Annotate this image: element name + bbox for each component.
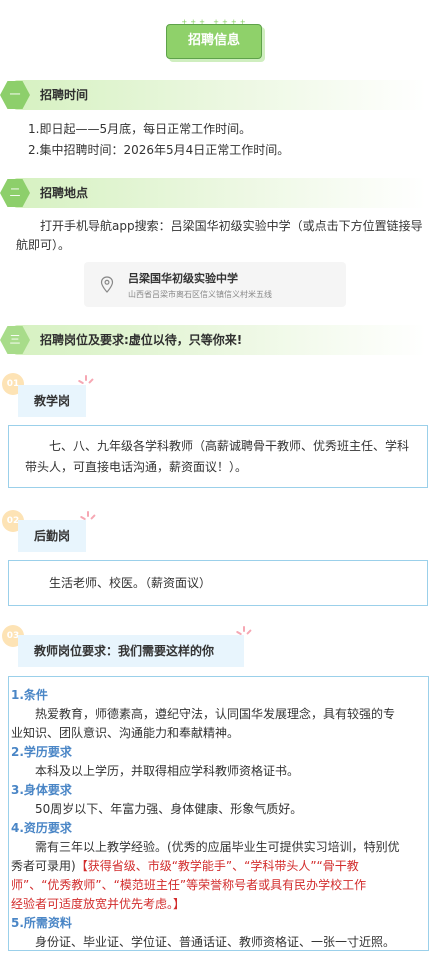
job-tag-requirements: 教师岗位要求：我们需要这样的你 xyxy=(18,635,244,667)
req-text: 50周岁以下、年富力强、身体健康、形象气质好。 xyxy=(35,802,303,816)
req-text: 需有三年以上教学经验。(优秀的应届毕业生可提供实习培训，特别优 xyxy=(35,840,400,854)
section-title: 招聘地点 xyxy=(40,186,89,200)
req-highlight: 师”、“优秀教师”、“模范班主任”等荣誉称号者或具有民办学校工作 xyxy=(11,878,367,892)
req-text: 秀者可录用) xyxy=(11,859,76,873)
req-heading-education: 2.学历要求 xyxy=(11,745,72,759)
time-line-2: 2.集中招聘时间：2026年5月4日正常工作时间。 xyxy=(28,143,290,157)
req-highlight: 【获得省级、市级“教学能手”、“学科带头人”“骨干教 xyxy=(75,859,359,873)
location-pin-icon xyxy=(100,276,114,293)
job-description: 七、八、九年级各学科教师（高薪诚聘骨干教师、优秀班主任、学科带头人，可直接电话沟… xyxy=(25,439,410,474)
req-heading-condition: 1.条件 xyxy=(11,688,48,702)
section-title: 招聘岗位及要求:虚位以待，只等你来! xyxy=(40,333,243,347)
time-line-1: 1.即日起——5月底，每日正常工作时间。 xyxy=(28,122,252,136)
req-text: 热爱教育，师德素高，遵纪守法，认同国华发展理念，具有较强的专 xyxy=(35,707,396,721)
requirements-box: 1.条件 热爱教育，师德素高，遵纪守法，认同国华发展理念，具有较强的专 业知识、… xyxy=(8,676,429,951)
req-text: 本科及以上学历，并取得相应学科教师资格证书。 xyxy=(35,764,300,778)
title-area: +++ ++++ 招聘信息 xyxy=(0,0,437,70)
location-card[interactable]: 吕梁国华初级实验中学 山西省吕梁市离石区信义镇信义村米五线 xyxy=(84,262,346,307)
req-text-mixed: 秀者可录用)【获得省级、市级“教学能手”、“学科带头人”“骨干教 xyxy=(11,857,422,875)
location-address: 山西省吕梁市离石区信义镇信义村米五线 xyxy=(128,290,272,299)
job-tag-teaching: 教学岗 xyxy=(18,385,86,417)
place-text: 打开手机导航app搜索：吕梁国华初级实验中学（或点击下方位置链接导航即可）。 xyxy=(16,219,423,252)
job-desc-box: 生活老师、校医。（薪资面议） xyxy=(8,560,428,606)
req-heading-documents: 5.所需资料 xyxy=(11,916,72,930)
job-description: 生活老师、校医。（薪资面议） xyxy=(49,576,212,590)
req-text: 身份证、毕业证、学位证、普通话证、教师资格证、一张一寸近照。 xyxy=(35,935,396,949)
section-title: 招聘时间 xyxy=(40,88,89,102)
req-heading-experience: 4.资历要求 xyxy=(11,821,72,835)
section-header-place: 二 招聘地点 xyxy=(0,178,437,208)
job-tag-logistics: 后勤岗 xyxy=(18,520,86,552)
section-header-positions: 三 招聘岗位及要求:虚位以待，只等你来! xyxy=(0,325,437,355)
job-desc-box: 七、八、九年级各学科教师（高薪诚聘骨干教师、优秀班主任、学科带头人，可直接电话沟… xyxy=(8,425,428,488)
req-heading-health: 3.身体要求 xyxy=(11,783,72,797)
location-name: 吕梁国华初级实验中学 xyxy=(128,272,238,285)
page-title: 招聘信息 xyxy=(166,24,262,59)
section-header-time: 一 招聘时间 xyxy=(0,80,437,110)
req-highlight: 经验者可适度放宽并优先考虑。】 xyxy=(11,897,186,911)
req-text: 业知识、团队意识、沟通能力和奉献精神。 xyxy=(11,726,240,740)
